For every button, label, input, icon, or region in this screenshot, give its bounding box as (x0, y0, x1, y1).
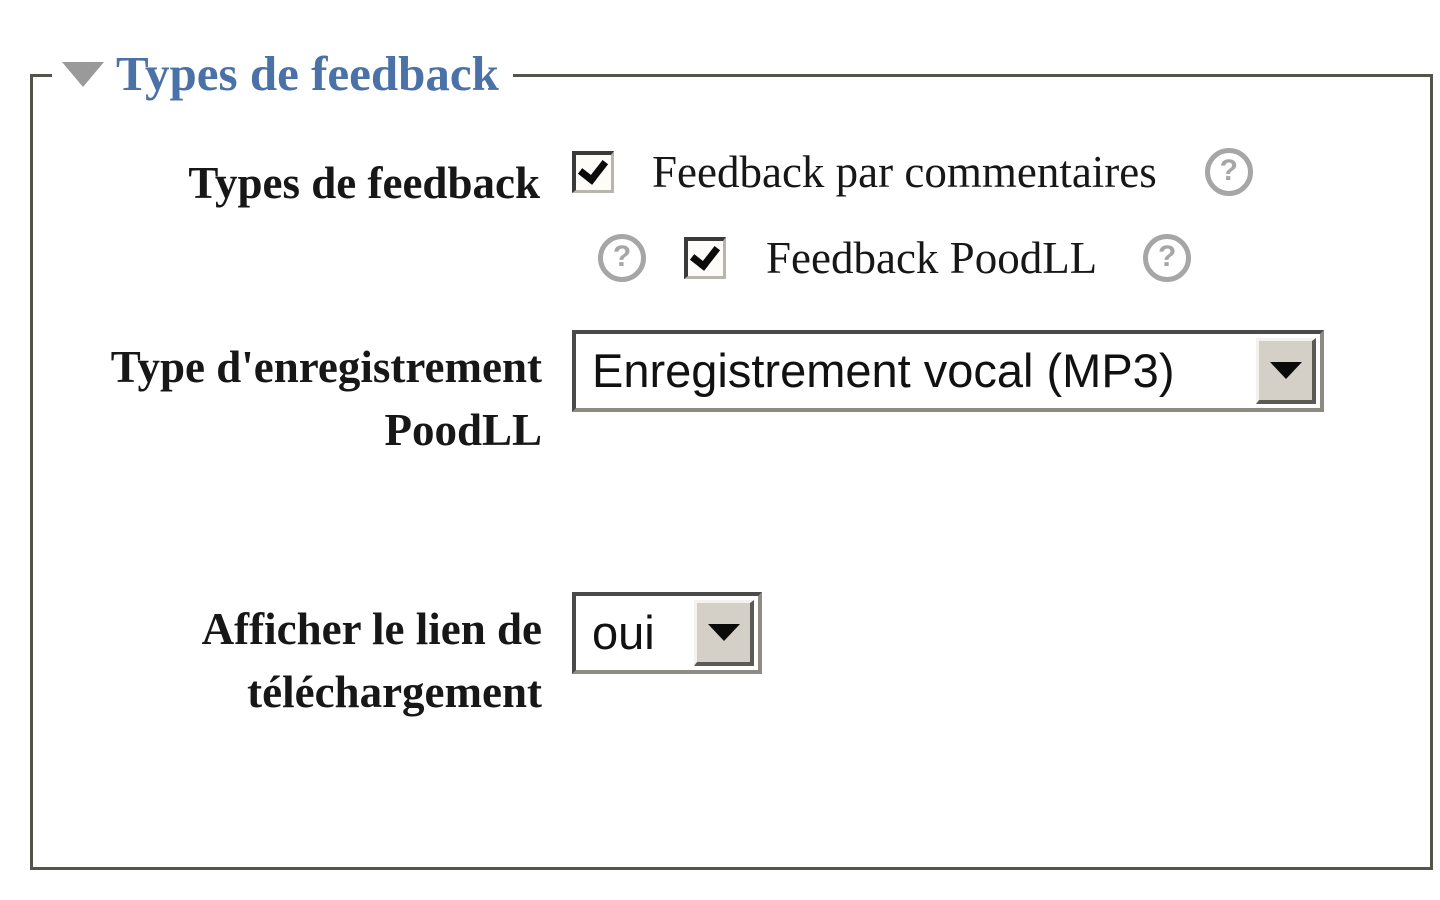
legend-title: Types de feedback (116, 46, 499, 101)
triangle-down-icon (707, 624, 740, 641)
help-icon[interactable]: ? (1143, 234, 1192, 282)
checkbox-feedback-poodll[interactable] (684, 237, 726, 279)
help-icon[interactable]: ? (1204, 148, 1253, 196)
option-feedback-poodll: ? Feedback PoodLL ? (598, 234, 1192, 282)
page-root: Types de feedback Types de feedback Feed… (0, 0, 1440, 900)
select-dropdown-button[interactable] (694, 600, 754, 666)
show-download-link-control: oui (572, 592, 762, 674)
poodll-recording-type-control: Enregistrement vocal (MP3) (572, 330, 1324, 412)
form-row-poodll-recording-type: Type d'enregistrement PoodLL Enregistrem… (60, 330, 1430, 462)
select-value: Enregistrement vocal (MP3) (576, 334, 1256, 408)
form-body: Types de feedback Feedback par commentai… (0, 0, 1440, 900)
help-icon[interactable]: ? (598, 234, 646, 282)
option-label-feedback-poodll[interactable]: Feedback PoodLL (766, 234, 1097, 282)
form-row-feedback-types: Types de feedback Feedback par commentai… (70, 148, 1430, 282)
triangle-down-icon (1269, 362, 1302, 379)
option-feedback-comments: Feedback par commentaires ? (572, 148, 1253, 196)
check-glyph (689, 239, 721, 271)
label-feedback-types: Types de feedback (188, 158, 540, 208)
label-poodll-recording-type: Type d'enregistrement PoodLL (110, 342, 542, 455)
option-label-feedback-comments[interactable]: Feedback par commentaires (652, 148, 1157, 196)
label-show-download-link: Afficher le lien de téléchargement (201, 604, 542, 717)
select-value: oui (576, 596, 694, 670)
check-glyph (577, 153, 609, 185)
form-row-show-download-link: Afficher le lien de téléchargement oui (60, 592, 1430, 724)
fieldset-legend[interactable]: Types de feedback (52, 46, 513, 102)
select-poodll-recording-type[interactable]: Enregistrement vocal (MP3) (572, 330, 1324, 412)
select-dropdown-button[interactable] (1256, 338, 1316, 404)
checkbox-feedback-comments[interactable] (572, 151, 614, 193)
select-show-download-link[interactable]: oui (572, 592, 762, 674)
triangle-down-icon[interactable] (62, 61, 104, 87)
